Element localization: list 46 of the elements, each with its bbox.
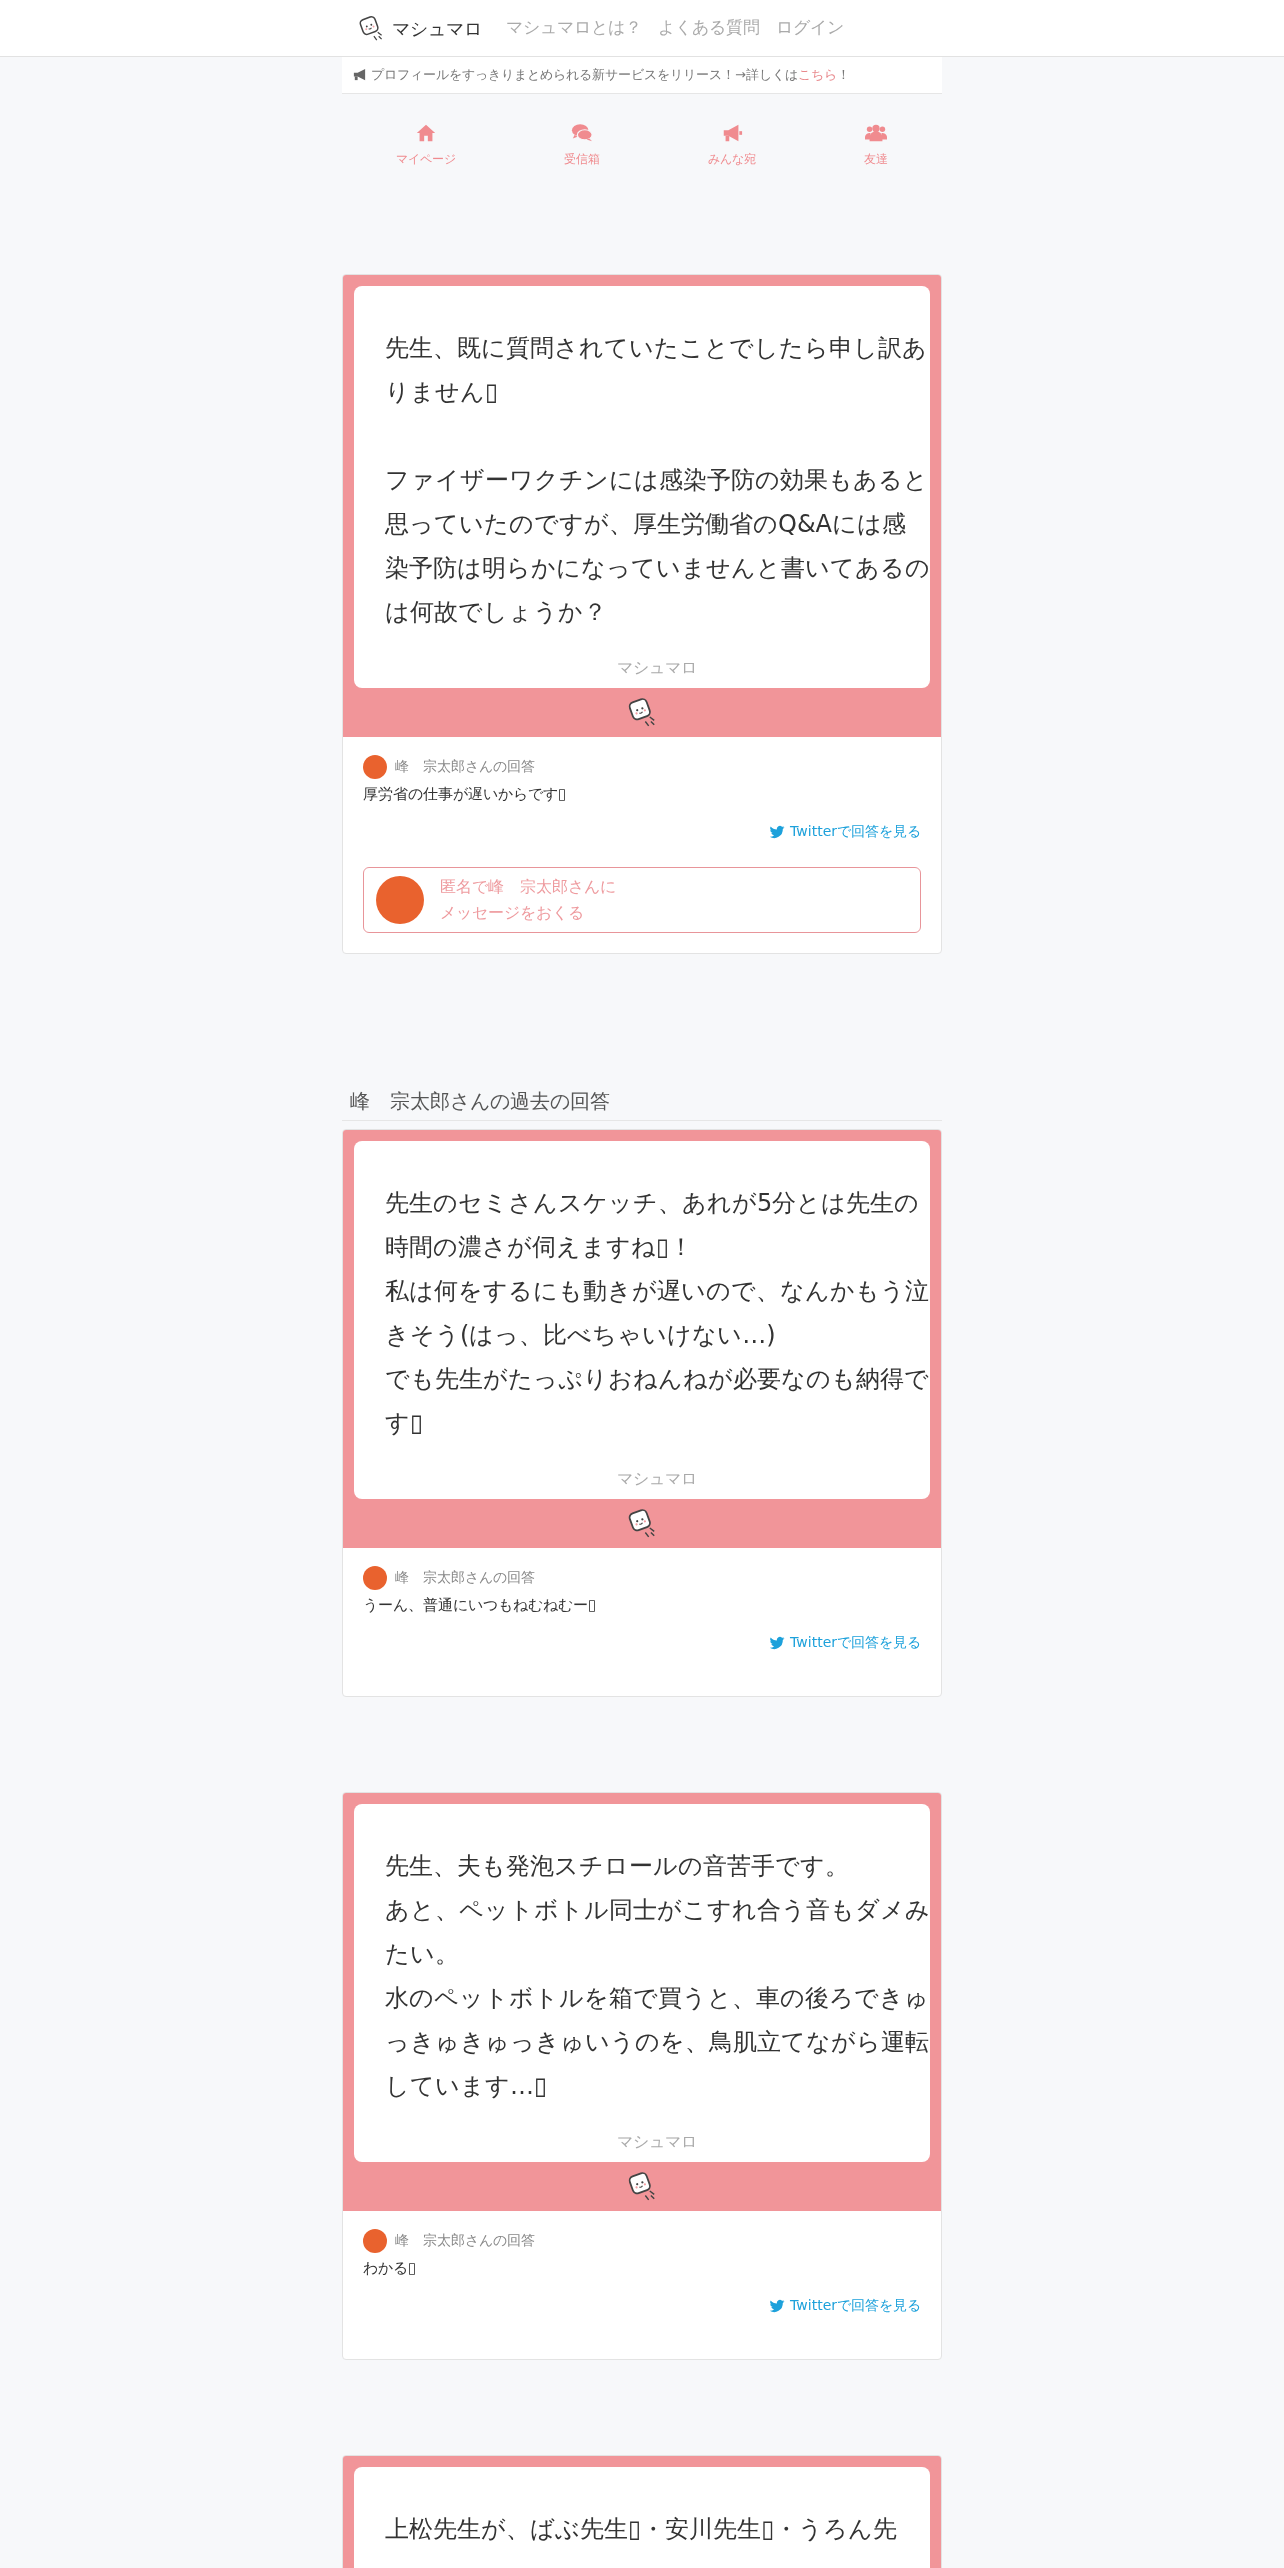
nav-link[interactable]: ログイン: [776, 15, 844, 41]
megaphone-icon: [352, 67, 367, 83]
answer-text: 厚労省の仕事が遅いからです▯: [363, 783, 568, 805]
section-heading: 峰 宗太郎さんの過去の回答: [342, 1085, 942, 1121]
question-text: 水のペットボトルを箱で買うと、車の後ろできゅっきゅきゅっきゅいうのを、鳥肌立てながら運転しています…▯: [385, 1982, 930, 2102]
watermark-text: マシュマロ: [615, 1467, 698, 1490]
question-text: 先生のセミさんスケッチ、あれが5分とは先生の時間の濃さが伺えますね▯！: [385, 1187, 921, 1263]
answer-text: うーん、普通にいつもねむねむー▯: [363, 1594, 598, 1616]
question-text: 先生、夫も発泡スチロールの音苦手です。: [385, 1850, 850, 1882]
answerer-label: 峰 宗太郎さんの回答: [395, 757, 535, 776]
answerer-label: 峰 宗太郎さんの回答: [395, 1568, 535, 1587]
marshmallow-icon: [627, 2171, 657, 2201]
brand-logo[interactable]: マシュマロ: [358, 14, 482, 42]
nav-link[interactable]: マシュマロとは？: [506, 15, 642, 41]
watermark-text: マシュマロ: [615, 656, 698, 679]
answer-text: わかる▯: [363, 2257, 418, 2279]
avatar-image: [376, 875, 424, 924]
nav-tab[interactable]: マイページ: [386, 117, 466, 172]
nav-tab[interactable]: 友達: [854, 117, 898, 172]
bird-icon: [769, 1634, 786, 1651]
question-text: 私は何をするにも動きが遅いので、なんかもう泣きそう(はっ、比べちゃいけない…): [385, 1275, 930, 1351]
bird-icon: [769, 2297, 786, 2314]
details-link[interactable]: こちら: [797, 67, 837, 82]
marshmallow-icon: [627, 1508, 657, 1538]
nav-tab[interactable]: みんな宛: [698, 117, 766, 172]
question-text: でも先生がたっぷりおねんねが必要なのも納得です▯: [385, 1363, 930, 1439]
marshmallow-icon: [627, 697, 657, 727]
question-text: ファイザーワクチンには感染予防の効果もあると思っていたのですが、厚生労働省のQ&Aには感染予防は明らかになっていませんと書いてあるのは何故でしょうか？: [385, 464, 930, 628]
nav-tab[interactable]: 受信箱: [554, 117, 610, 172]
question-text: 先生、既に質問されていたことでしたら申し訳ありません▯: [385, 332, 928, 408]
twitter-link[interactable]: Twitterで回答を見る: [769, 2295, 921, 2316]
avatar-image: [363, 2228, 387, 2253]
nav-link[interactable]: よくある質問: [658, 15, 760, 41]
marshmallow-icon: [358, 15, 384, 41]
question-text: 上松先生が、ばぶ先生▯・安川先生▯・うろん先: [385, 2513, 899, 2545]
notice-text: プロフィールをすっきりまとめられる新サービスをリリース！→詳しくはこちら！: [371, 66, 850, 84]
twitter-link[interactable]: Twitterで回答を見る: [769, 821, 921, 842]
watermark-text: マシュマロ: [615, 2130, 698, 2153]
avatar-image: [363, 1565, 387, 1590]
chat-bubbles-icon: [571, 121, 593, 144]
bird-icon: [769, 823, 786, 840]
question-text: あと、ペットボトル同士がこすれ合う音もダメみたい。: [385, 1894, 930, 1970]
avatar-image: [363, 754, 387, 779]
message-button[interactable]: 匿名で峰 宗太郎さんに メッセージをおくる: [363, 866, 921, 933]
answerer-label: 峰 宗太郎さんの回答: [395, 2231, 535, 2250]
twitter-link[interactable]: Twitterで回答を見る: [769, 1632, 921, 1653]
